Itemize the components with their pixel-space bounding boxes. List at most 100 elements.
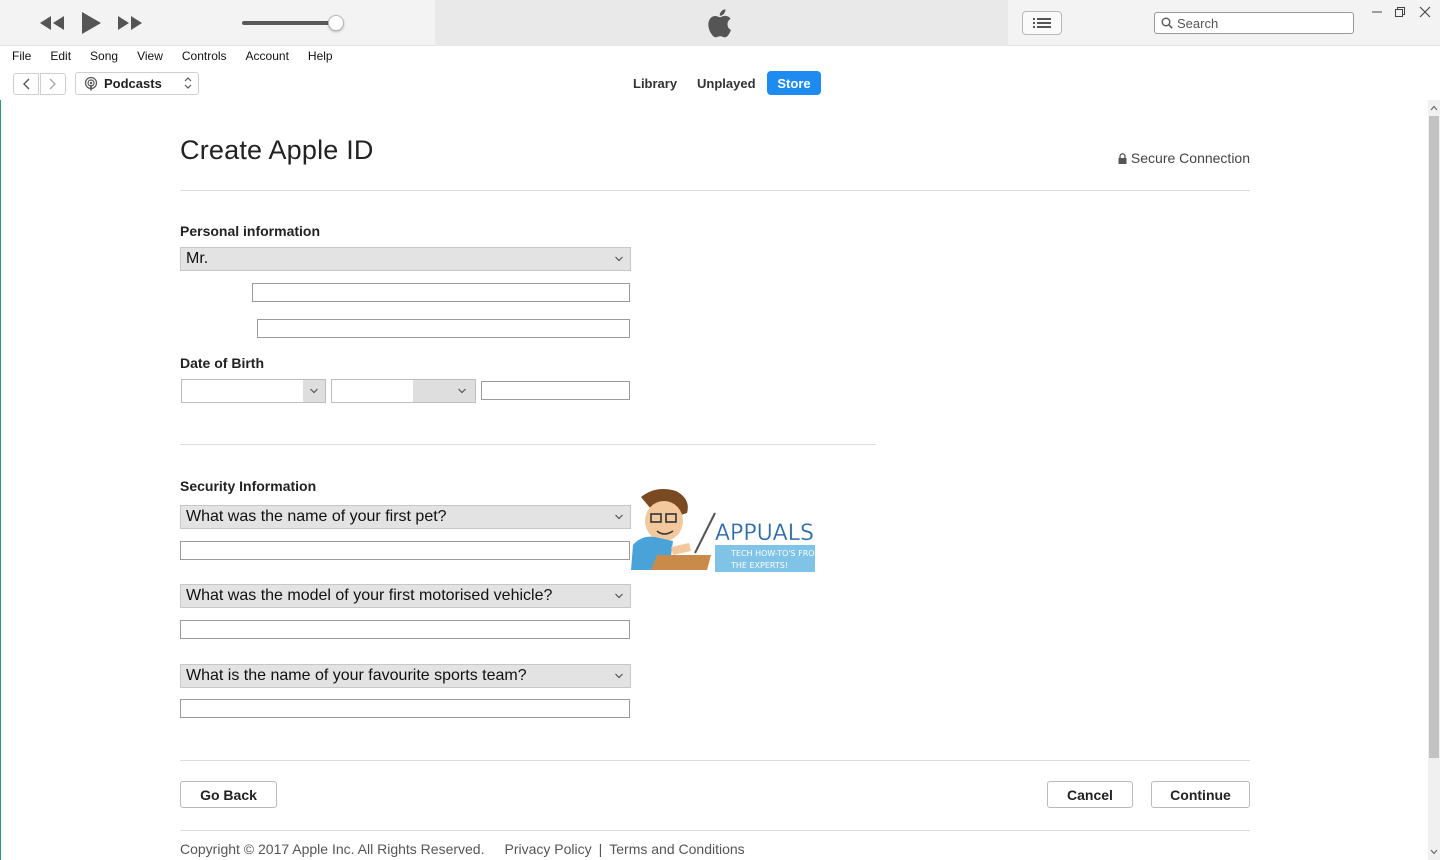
terms-link[interactable]: Terms and Conditions <box>609 841 744 857</box>
tab-library[interactable]: Library <box>624 71 686 95</box>
menu-help[interactable]: Help <box>296 49 340 63</box>
media-kind-select[interactable]: Podcasts <box>75 72 199 95</box>
security-question-3: What is the name of your favourite sport… <box>186 667 527 684</box>
restore-icon <box>1395 7 1405 17</box>
menu-account[interactable]: Account <box>234 49 296 63</box>
next-button[interactable] <box>116 8 144 38</box>
chevron-down-icon <box>615 256 623 262</box>
up-next-button[interactable] <box>1022 11 1062 35</box>
player-bar <box>0 0 1440 46</box>
security-question-1: What was the name of your first pet? <box>186 508 447 525</box>
divider <box>180 190 1250 191</box>
first-name-field[interactable] <box>252 283 630 302</box>
fast-forward-icon <box>118 16 142 30</box>
security-question-2-select[interactable]: What was the model of your first motoris… <box>180 584 631 608</box>
dob-month-select[interactable] <box>331 379 476 403</box>
go-back-button[interactable]: Go Back <box>180 781 277 808</box>
chevron-left-icon <box>23 78 30 90</box>
chevron-down-icon <box>1430 849 1438 855</box>
store-content: Create Apple ID Secure Connection Person… <box>0 100 1428 860</box>
divider <box>180 760 1250 761</box>
close-icon <box>1419 6 1431 18</box>
security-question-1-select[interactable]: What was the name of your first pet? <box>180 505 631 529</box>
volume-slider[interactable] <box>242 21 336 25</box>
chevron-down-icon <box>310 388 318 394</box>
security-answer-2-field[interactable] <box>180 620 630 639</box>
search-input[interactable] <box>1177 15 1347 31</box>
page-title: Create Apple ID <box>180 135 374 165</box>
podcast-icon <box>84 76 98 90</box>
scroll-down-button[interactable] <box>1429 846 1439 858</box>
dob-year-input[interactable] <box>482 382 629 399</box>
up-down-chevron-icon <box>184 77 192 89</box>
secure-connection-label: Secure Connection <box>1130 150 1250 166</box>
dob-day-select[interactable] <box>181 379 326 403</box>
dob-month-dropdown[interactable] <box>413 380 475 402</box>
rewind-icon <box>40 16 64 30</box>
menu-view[interactable]: View <box>125 49 170 63</box>
security-answer-3-field[interactable] <box>180 699 630 718</box>
play-icon <box>82 12 101 34</box>
chevron-down-icon <box>615 673 623 679</box>
create-apple-id-form: Create Apple ID Secure Connection Person… <box>180 100 1250 860</box>
close-button[interactable] <box>1414 2 1436 22</box>
dob-day-dropdown[interactable] <box>303 380 325 402</box>
scroll-thumb[interactable] <box>1429 116 1439 758</box>
footer-separator: | <box>598 841 603 857</box>
first-name-input[interactable] <box>253 284 629 301</box>
continue-button[interactable]: Continue <box>1151 781 1250 808</box>
minimize-icon <box>1372 11 1382 13</box>
minimize-button[interactable] <box>1366 2 1388 22</box>
itunes-window: File Edit Song View Controls Account Hel… <box>0 0 1440 860</box>
play-button[interactable] <box>78 8 104 38</box>
security-question-2: What was the model of your first motoris… <box>186 587 553 604</box>
tab-unplayed[interactable]: Unplayed <box>688 71 765 95</box>
menu-controls[interactable]: Controls <box>170 49 234 63</box>
appuals-watermark: APPUALS TECH HOW-TO'S FROM THE EXPERTS! <box>621 485 822 580</box>
volume-slider-thumb[interactable] <box>328 15 344 31</box>
search-icon <box>1161 17 1173 29</box>
chevron-down-icon <box>458 388 466 394</box>
forward-arrow-button[interactable] <box>40 73 66 95</box>
footer: Copyright © 2017 Apple Inc. All Rights R… <box>180 841 745 857</box>
menu-file[interactable]: File <box>0 49 38 63</box>
security-answer-1-field[interactable] <box>180 541 630 560</box>
watermark-tagline-2: THE EXPERTS! <box>730 561 788 570</box>
security-question-3-select[interactable]: What is the name of your favourite sport… <box>180 664 631 688</box>
apple-logo-icon <box>705 6 737 40</box>
restore-button[interactable] <box>1389 2 1411 22</box>
security-answer-1-input[interactable] <box>181 542 629 559</box>
menu-song[interactable]: Song <box>78 49 125 63</box>
salutation-value: Mr. <box>186 250 209 267</box>
navigation-bar: Podcasts Library Unplayed Store <box>0 66 1440 100</box>
security-info-heading: Security Information <box>180 478 317 494</box>
last-name-input[interactable] <box>258 320 629 337</box>
watermark-tagline-1: TECH HOW-TO'S FROM <box>730 549 821 558</box>
dob-year-field[interactable] <box>481 381 630 400</box>
menu-bar: File Edit Song View Controls Account Hel… <box>0 46 1440 66</box>
cancel-button[interactable]: Cancel <box>1047 781 1133 808</box>
privacy-policy-link[interactable]: Privacy Policy <box>504 841 591 857</box>
security-answer-3-input[interactable] <box>181 700 629 717</box>
chevron-up-icon <box>1430 105 1438 111</box>
menu-edit[interactable]: Edit <box>38 49 78 63</box>
tab-store[interactable]: Store <box>767 71 821 95</box>
divider <box>180 830 1250 831</box>
back-arrow-button[interactable] <box>13 73 39 95</box>
previous-button[interactable] <box>38 8 66 38</box>
security-answer-2-input[interactable] <box>181 621 629 638</box>
vertical-scrollbar[interactable] <box>1428 100 1440 860</box>
media-kind-label: Podcasts <box>104 76 162 91</box>
divider <box>180 444 876 445</box>
secure-connection-indicator: Secure Connection <box>1118 150 1250 166</box>
chevron-right-icon <box>49 78 56 90</box>
appuals-mascot-icon: APPUALS TECH HOW-TO'S FROM THE EXPERTS! <box>631 489 822 572</box>
lock-icon <box>1118 152 1127 164</box>
scroll-up-button[interactable] <box>1429 102 1439 114</box>
last-name-field[interactable] <box>257 319 630 338</box>
salutation-select[interactable]: Mr. <box>180 247 631 271</box>
watermark-brand: APPUALS <box>715 521 814 546</box>
date-of-birth-heading: Date of Birth <box>180 355 264 371</box>
list-icon <box>1033 18 1051 28</box>
search-box[interactable] <box>1154 12 1354 34</box>
